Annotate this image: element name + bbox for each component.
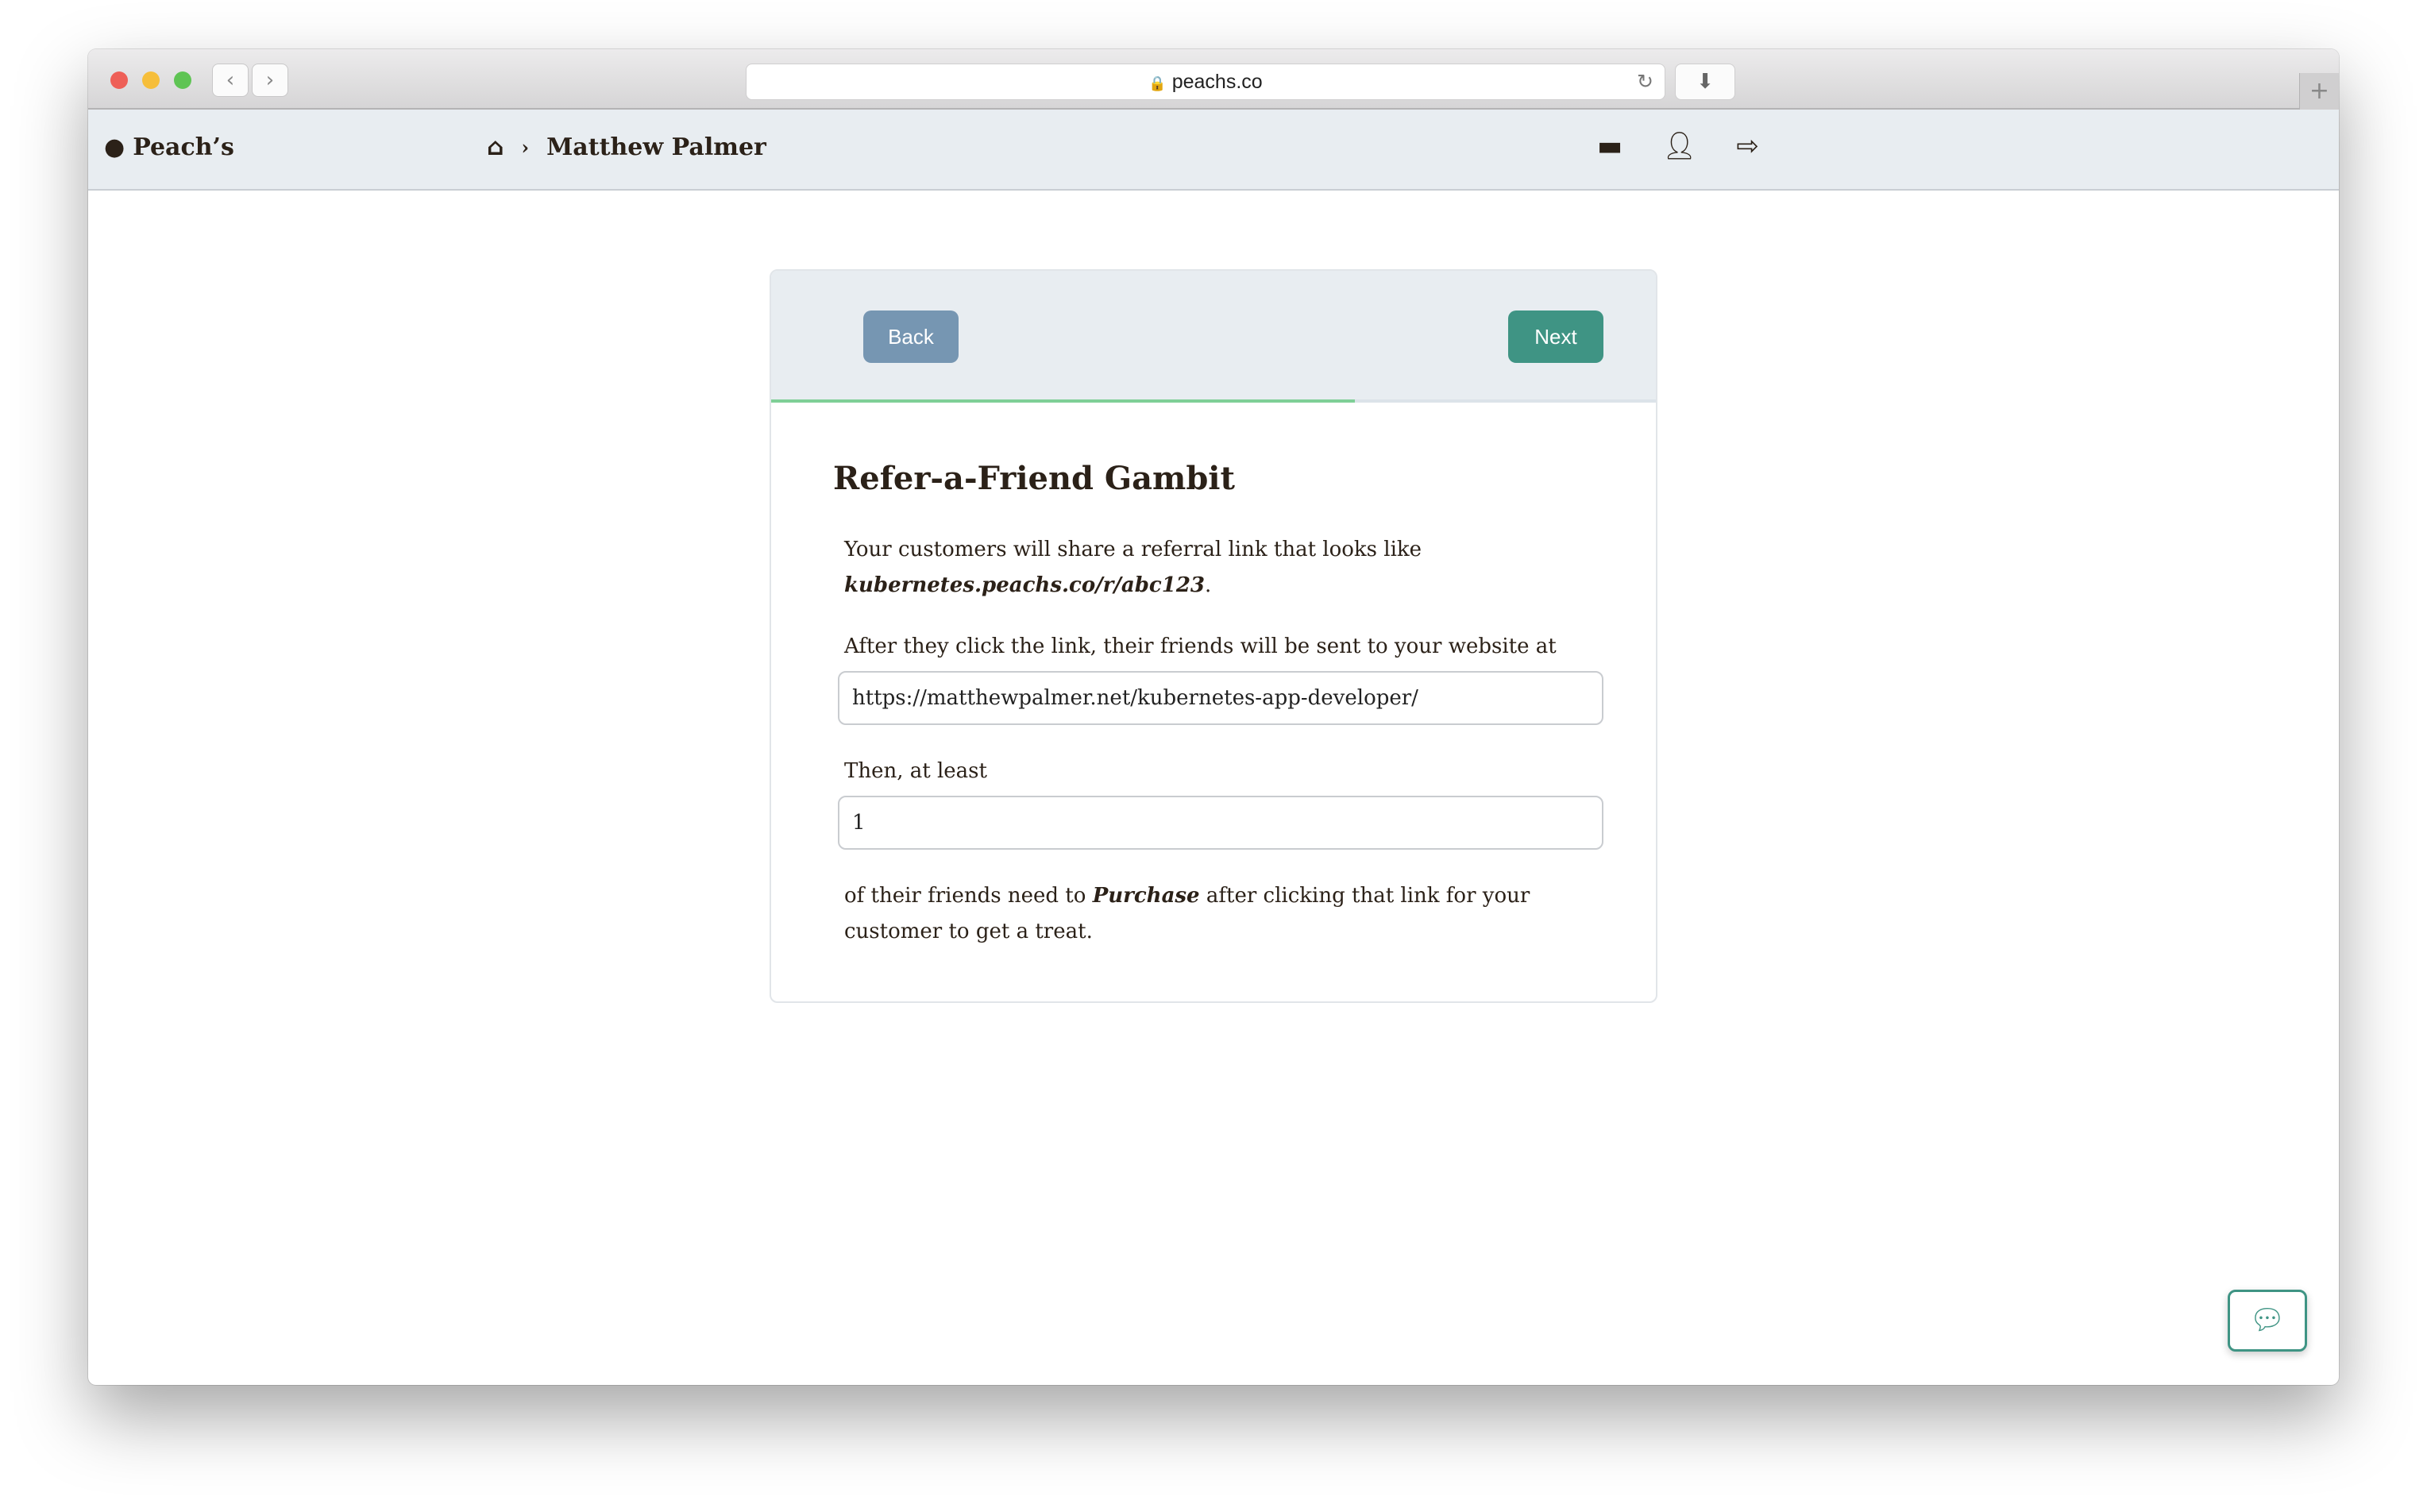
- friend-count-input[interactable]: 1: [838, 796, 1603, 850]
- action-type: Purchase: [1092, 884, 1200, 908]
- home-icon[interactable]: ⌂: [487, 133, 504, 161]
- chevron-right-icon: ›: [521, 136, 530, 159]
- wizard-header: Back Next: [771, 271, 1656, 403]
- chevron-right-icon: ›: [265, 68, 275, 92]
- new-tab-button[interactable]: +: [2299, 73, 2339, 110]
- user-icon[interactable]: 👤︎: [1662, 130, 1696, 162]
- intro-text: Your customers will share a referral lin…: [844, 538, 1422, 597]
- chat-bubble-icon: 💬︎: [2249, 1304, 2286, 1336]
- download-icon: ⬇: [1696, 70, 1714, 94]
- close-window-button[interactable]: [110, 71, 128, 89]
- minimize-window-button[interactable]: [142, 71, 160, 89]
- lock-icon: 🔒: [1148, 75, 1167, 91]
- next-button[interactable]: Next: [1508, 310, 1603, 363]
- downloads-button[interactable]: ⬇: [1675, 64, 1735, 100]
- breadcrumb: ⌂ › Matthew Palmer: [487, 133, 766, 161]
- browser-window: ‹ › 🔒 peachs.co ↻ ⬇ + ● Peach’s ⌂ › Matt…: [88, 49, 2339, 1385]
- outro-text: of their friends need to Purchase after …: [844, 884, 1530, 943]
- chat-button[interactable]: 💬︎: [2228, 1290, 2307, 1352]
- progress-bar: [771, 399, 1356, 403]
- maximize-window-button[interactable]: [174, 71, 191, 89]
- credit-card-icon[interactable]: ▬: [1597, 130, 1623, 162]
- browser-titlebar: ‹ › 🔒 peachs.co ↻ ⬇ +: [88, 49, 2339, 110]
- chevron-left-icon: ‹: [226, 68, 235, 92]
- wizard-card: Back Next Refer-a-Friend Gambit Your cus…: [770, 269, 1657, 1003]
- browser-back-button[interactable]: ‹: [212, 64, 249, 97]
- brand-name: Peach’s: [133, 133, 234, 161]
- reload-icon[interactable]: ↻: [1637, 64, 1653, 99]
- sign-out-icon[interactable]: ⇨: [1736, 130, 1759, 162]
- browser-forward-button[interactable]: ›: [252, 64, 288, 97]
- breadcrumb-current[interactable]: Matthew Palmer: [546, 133, 766, 161]
- peach-icon: ●: [104, 133, 125, 161]
- page-title: Refer-a-Friend Gambit: [833, 460, 1235, 497]
- url-text: peachs.co: [1171, 71, 1263, 93]
- back-button[interactable]: Back: [863, 310, 959, 363]
- brand-link[interactable]: ● Peach’s: [104, 133, 234, 161]
- redirect-url-input[interactable]: https://matthewpalmer.net/kubernetes-app…: [838, 671, 1603, 725]
- example-link: kubernetes.peachs.co/r/abc123: [844, 573, 1206, 597]
- app-navbar: ● Peach’s ⌂ › Matthew Palmer ▬ 👤︎ ⇨: [88, 110, 2339, 191]
- redirect-label: After they click the link, their friends…: [844, 634, 1557, 658]
- count-label: Then, at least: [844, 759, 987, 783]
- address-bar[interactable]: 🔒 peachs.co ↻: [746, 64, 1665, 100]
